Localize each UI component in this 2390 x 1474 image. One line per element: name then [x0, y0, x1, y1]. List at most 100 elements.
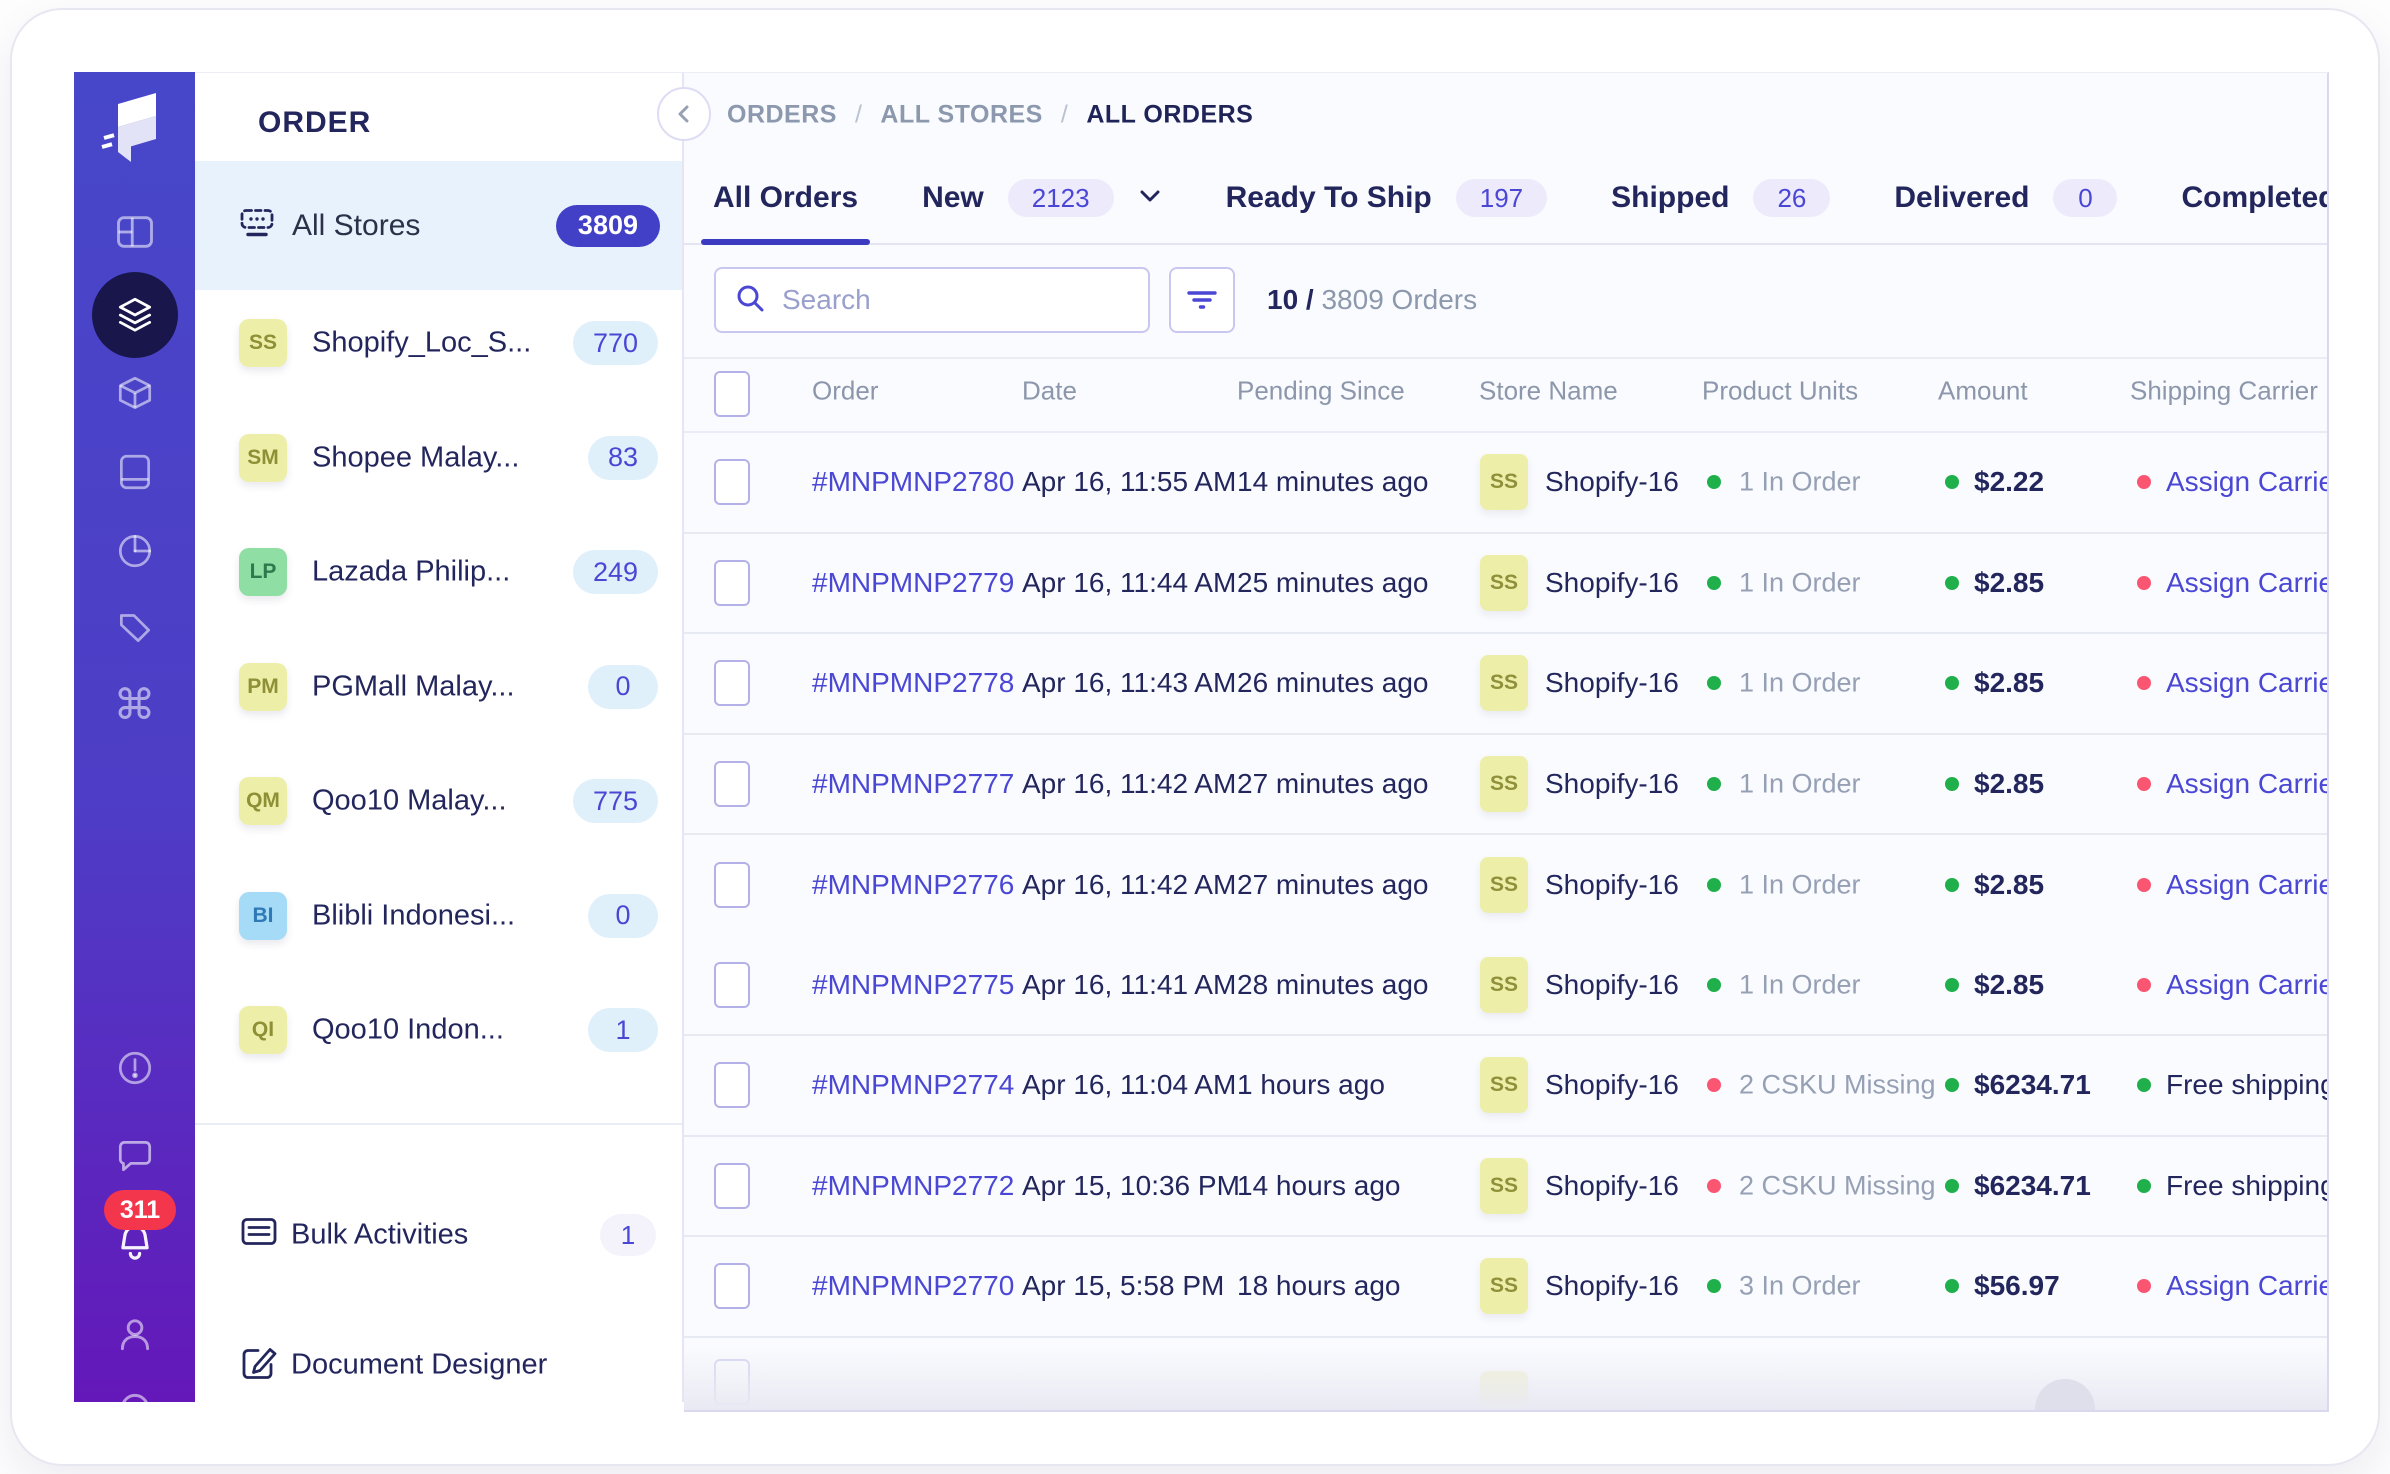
order-date: Apr 16, 11:43 AM: [1022, 667, 1236, 699]
dashboard-icon[interactable]: [113, 210, 157, 254]
tab[interactable]: Ready To Ship 197: [1226, 153, 1548, 243]
table-row: #MNPMNP2777 Apr 16, 11:42 AM 27 minutes …: [684, 735, 2327, 836]
bulk-activities-item[interactable]: Bulk Activities 1: [195, 1180, 682, 1290]
panel-divider: [195, 1123, 682, 1125]
alerts-icon[interactable]: [114, 1047, 156, 1089]
tab[interactable]: New 2123: [922, 153, 1162, 243]
shipping-carrier[interactable]: Assign Carrier: [2166, 1270, 2329, 1302]
order-id-link[interactable]: #MNPMNP2772: [812, 1170, 1014, 1202]
catalog-icon[interactable]: [114, 451, 156, 493]
shipping-carrier[interactable]: Assign Carrier: [2166, 768, 2329, 800]
shipping-carrier[interactable]: Assign Carrier: [2166, 567, 2329, 599]
store-initials-badge: SS: [1480, 957, 1528, 1013]
carrier-status-dot: [2137, 878, 2151, 892]
store-name-label: Qoo10 Indon...: [312, 1014, 504, 1047]
tab-label: Shipped: [1611, 181, 1729, 215]
row-checkbox[interactable]: [714, 1062, 750, 1108]
table-row: #MNPMNP2772 Apr 15, 10:36 PM 14 hours ag…: [684, 1137, 2327, 1238]
amount-status-dot: [1945, 1078, 1959, 1092]
account-icon[interactable]: [114, 1314, 156, 1356]
shortcuts-command-icon[interactable]: ⌘: [114, 684, 156, 726]
chevron-left-icon: [673, 103, 695, 125]
chat-icon[interactable]: [114, 1134, 156, 1176]
shipping-carrier[interactable]: Free shipping: [2166, 1170, 2329, 1202]
order-id-link[interactable]: #MNPMNP2774: [812, 1069, 1014, 1101]
order-id-link[interactable]: #MNPMNP2779: [812, 567, 1014, 599]
table-row: #MNPMNP2779 Apr 16, 11:44 AM 25 minutes …: [684, 534, 2327, 635]
carrier-status-dot: [2137, 1279, 2151, 1293]
store-list-item[interactable]: SM Shopee Malay... 83: [195, 401, 682, 515]
store-initials-badge: SS: [1480, 857, 1528, 913]
bulk-activities-count: 1: [600, 1214, 656, 1256]
store-count-badge: 83: [588, 436, 658, 480]
store-name-label: PGMall Malay...: [312, 670, 515, 703]
carrier-status-dot: [2137, 1179, 2151, 1193]
order-id-link[interactable]: #MNPMNP2770: [812, 1270, 1014, 1302]
amount: $2.85: [1974, 567, 2044, 599]
order-id-link[interactable]: #MNPMNP2775: [812, 969, 1014, 1001]
bulk-activities-icon: [239, 1215, 279, 1256]
order-id-link[interactable]: #MNPMNP2780: [812, 466, 1014, 498]
shipping-carrier[interactable]: Free shipping: [2166, 1069, 2329, 1101]
order-date: Apr 16, 11:42 AM: [1022, 768, 1236, 800]
filter-icon: [1185, 285, 1219, 315]
order-id-link[interactable]: #MNPMNP2777: [812, 768, 1014, 800]
orders-layers-icon-active[interactable]: [92, 272, 178, 358]
carrier-status-dot: [2137, 676, 2151, 690]
breadcrumb-all-stores[interactable]: ALL STORES: [880, 101, 1042, 130]
filter-button[interactable]: [1169, 267, 1235, 333]
row-checkbox[interactable]: [714, 660, 750, 706]
store-name: Shopify-16: [1545, 768, 1679, 800]
row-checkbox[interactable]: [714, 1163, 750, 1209]
units-status-dot: [1707, 475, 1721, 489]
row-checkbox[interactable]: [714, 962, 750, 1008]
orders-count-shown: 10 /: [1267, 284, 1314, 315]
settings-partial-icon[interactable]: [114, 1387, 156, 1402]
store-list-item[interactable]: QI Qoo10 Indon... 1: [195, 973, 682, 1087]
shipping-carrier[interactable]: Assign Carrier: [2166, 667, 2329, 699]
document-designer-item[interactable]: Document Designer: [195, 1310, 682, 1420]
order-id-link[interactable]: #MNPMNP2776: [812, 869, 1014, 901]
column-header: Product Units: [1702, 376, 1858, 407]
select-all-checkbox[interactable]: [714, 371, 750, 417]
tab[interactable]: Delivered 0: [1894, 153, 2117, 243]
order-date: Apr 16, 11:44 AM: [1022, 567, 1236, 599]
search-input[interactable]: [782, 284, 1130, 316]
row-checkbox[interactable]: [714, 459, 750, 505]
tags-icon[interactable]: [114, 606, 156, 648]
shipping-carrier[interactable]: Assign Carrier: [2166, 969, 2329, 1001]
table-row: #MNPMNP2778 Apr 16, 11:43 AM 26 minutes …: [684, 634, 2327, 735]
order-date: Apr 15, 5:58 PM: [1022, 1270, 1224, 1302]
chevron-down-icon[interactable]: [1138, 188, 1162, 209]
shipping-carrier[interactable]: Assign Carrier: [2166, 466, 2329, 498]
column-header: Amount: [1938, 376, 2028, 407]
packages-icon[interactable]: [114, 374, 156, 416]
store-list-item[interactable]: PM PGMall Malay... 0: [195, 630, 682, 744]
store-list-item[interactable]: BI Blibli Indonesi... 0: [195, 859, 682, 973]
order-id-link[interactable]: #MNPMNP2778: [812, 667, 1014, 699]
row-checkbox[interactable]: [714, 560, 750, 606]
document-designer-icon: [239, 1343, 279, 1388]
store-initials-badge: SS: [1480, 1158, 1528, 1214]
tab[interactable]: Shipped 26: [1611, 153, 1830, 243]
collapse-panel-button[interactable]: [657, 87, 711, 141]
store-list-item[interactable]: LP Lazada Philip... 249: [195, 515, 682, 629]
app-logo-icon: [96, 86, 174, 174]
row-checkbox[interactable]: [714, 862, 750, 908]
store-list-item[interactable]: QM Qoo10 Malay... 775: [195, 744, 682, 858]
all-stores-item[interactable]: All Stores 3809: [195, 161, 682, 290]
store-list-item[interactable]: SS Shopify_Loc_S... 770: [195, 286, 682, 400]
tab-label: Delivered: [1894, 181, 2029, 215]
shipping-carrier[interactable]: Assign Carrier: [2166, 869, 2329, 901]
store-name-label: Blibli Indonesi...: [312, 899, 515, 932]
store-initials-badge: SS: [1480, 1057, 1528, 1113]
row-checkbox[interactable]: [714, 1263, 750, 1309]
analytics-pie-icon[interactable]: [114, 529, 156, 571]
tab[interactable]: Completed 346: [2181, 153, 2329, 243]
store-name: Shopify-16: [1545, 869, 1679, 901]
tab[interactable]: All Orders: [713, 153, 858, 243]
row-checkbox[interactable]: [714, 761, 750, 807]
breadcrumb-orders[interactable]: ORDERS: [727, 101, 837, 130]
orders-main-panel: ORDERS / ALL STORES / ALL ORDERS All Ord…: [684, 72, 2329, 1412]
table-row: #MNPMNP2775 Apr 16, 11:41 AM 28 minutes …: [684, 936, 2327, 1037]
